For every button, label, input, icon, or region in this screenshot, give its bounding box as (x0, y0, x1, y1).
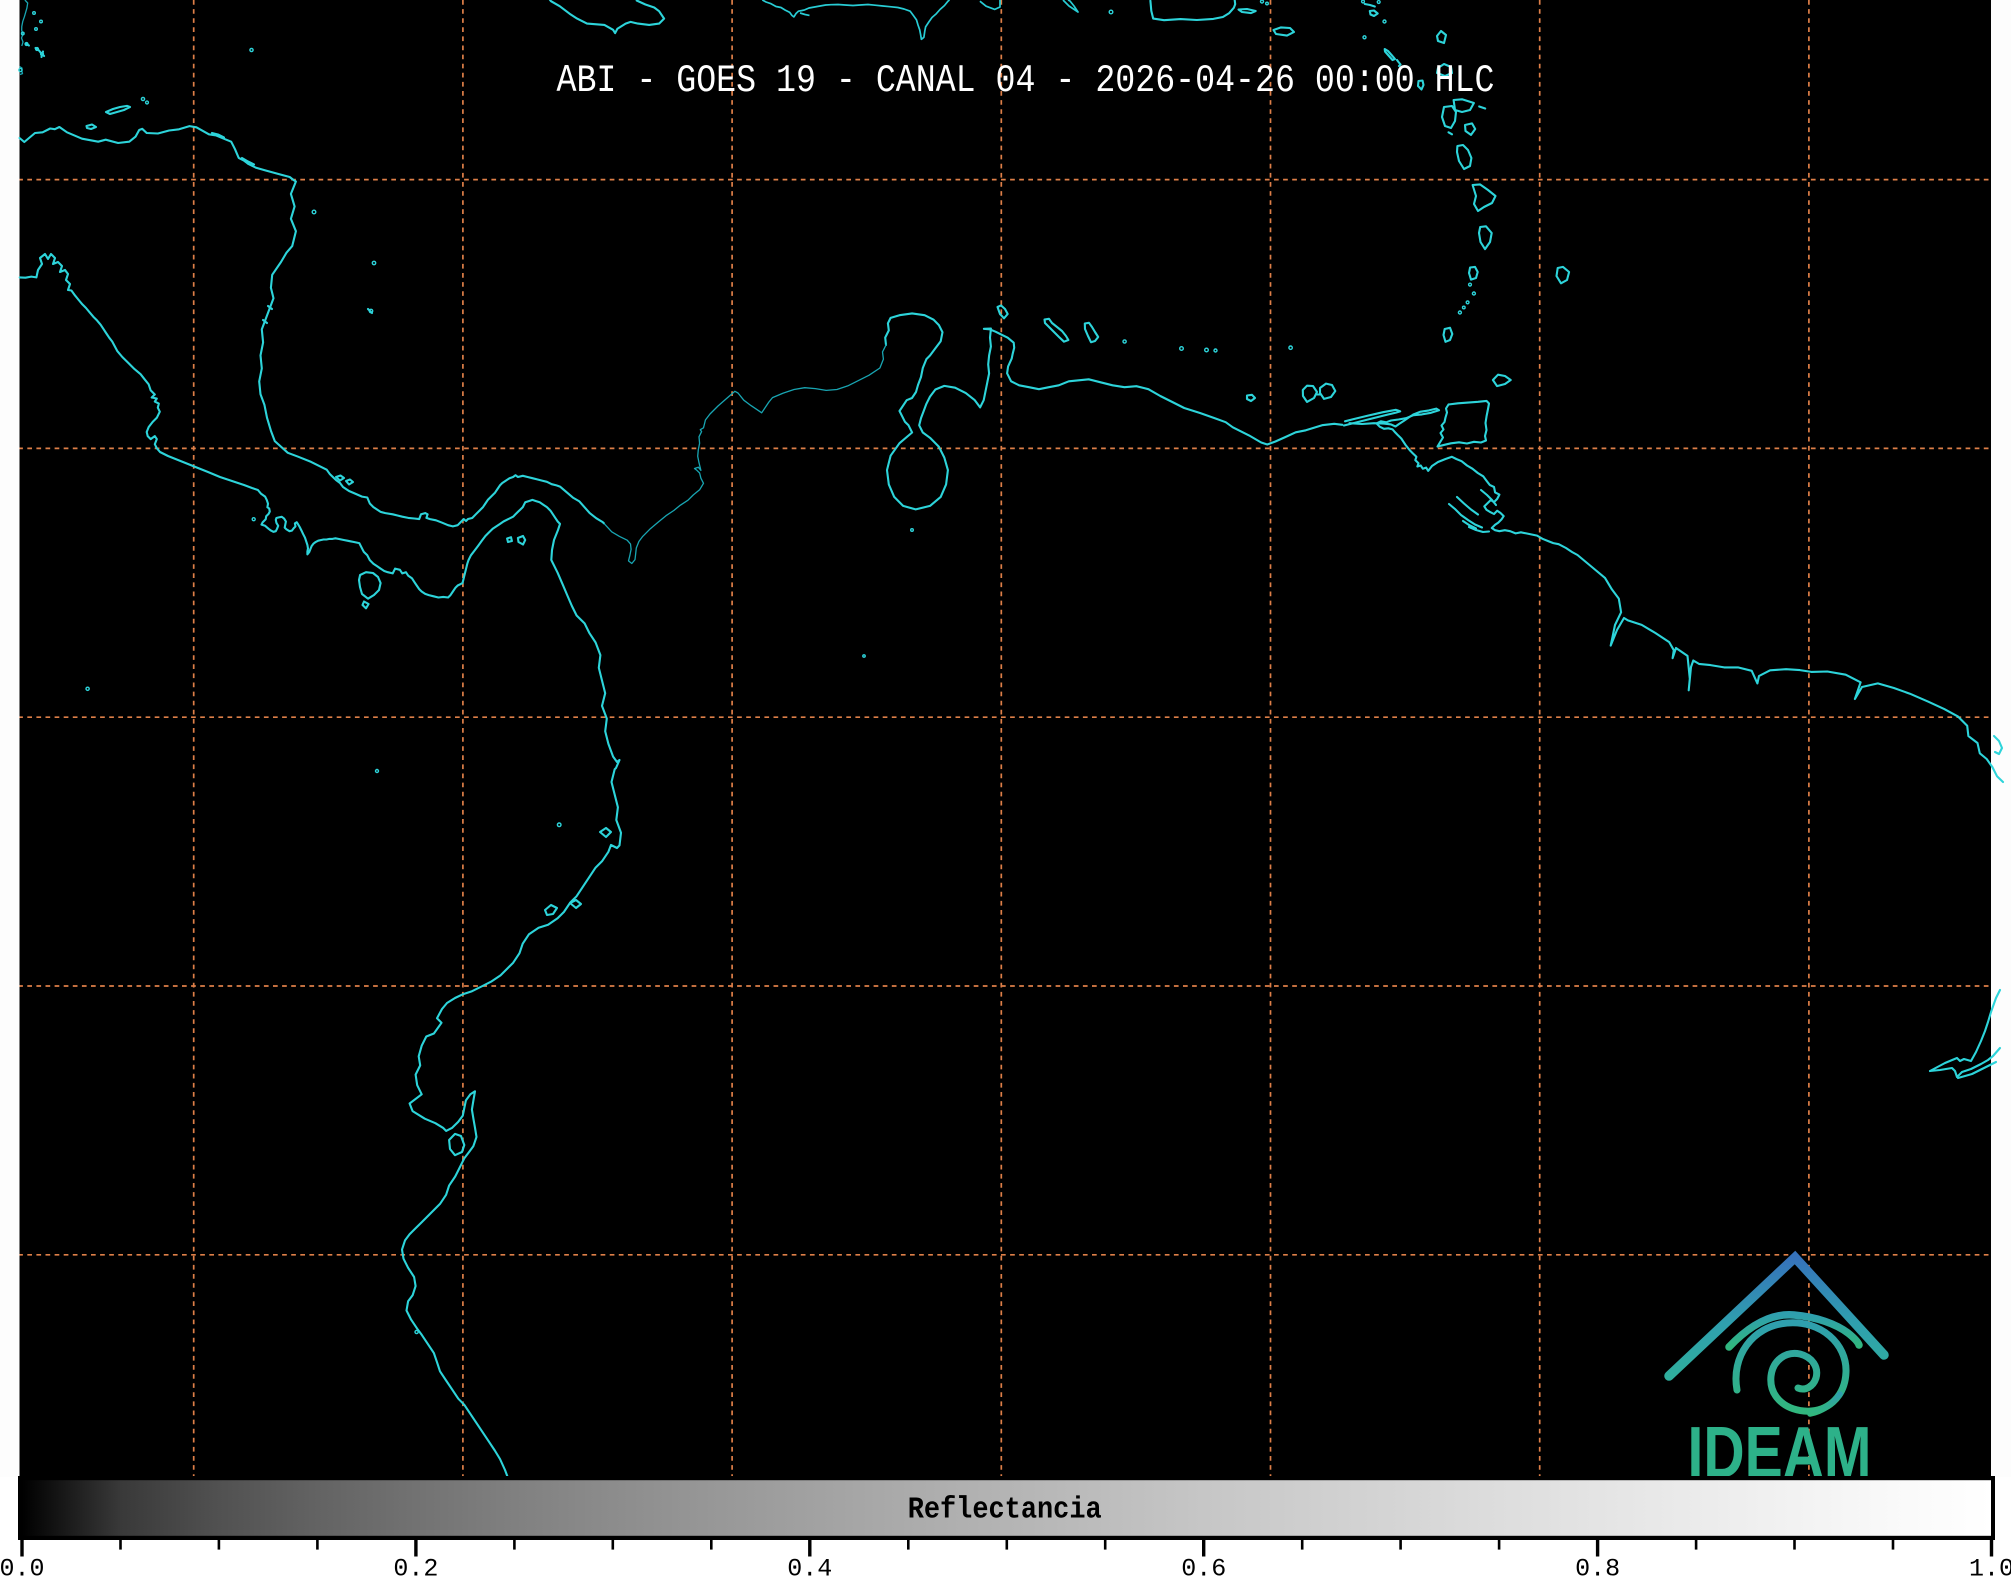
svg-text:1.0: 1.0 (1969, 1555, 2011, 1578)
svg-text:0.8: 0.8 (1575, 1555, 1620, 1578)
svg-text:0.6: 0.6 (1181, 1555, 1226, 1578)
svg-text:0.2: 0.2 (393, 1555, 438, 1578)
svg-text:Reflectancia: Reflectancia (908, 1493, 1102, 1528)
svg-text:0.0: 0.0 (0, 1555, 45, 1578)
svg-text:ABI - GOES 19 - CANAL 04 - 202: ABI - GOES 19 - CANAL 04 - 2026-04-26 00… (557, 59, 1495, 103)
svg-text:0.4: 0.4 (787, 1555, 832, 1578)
